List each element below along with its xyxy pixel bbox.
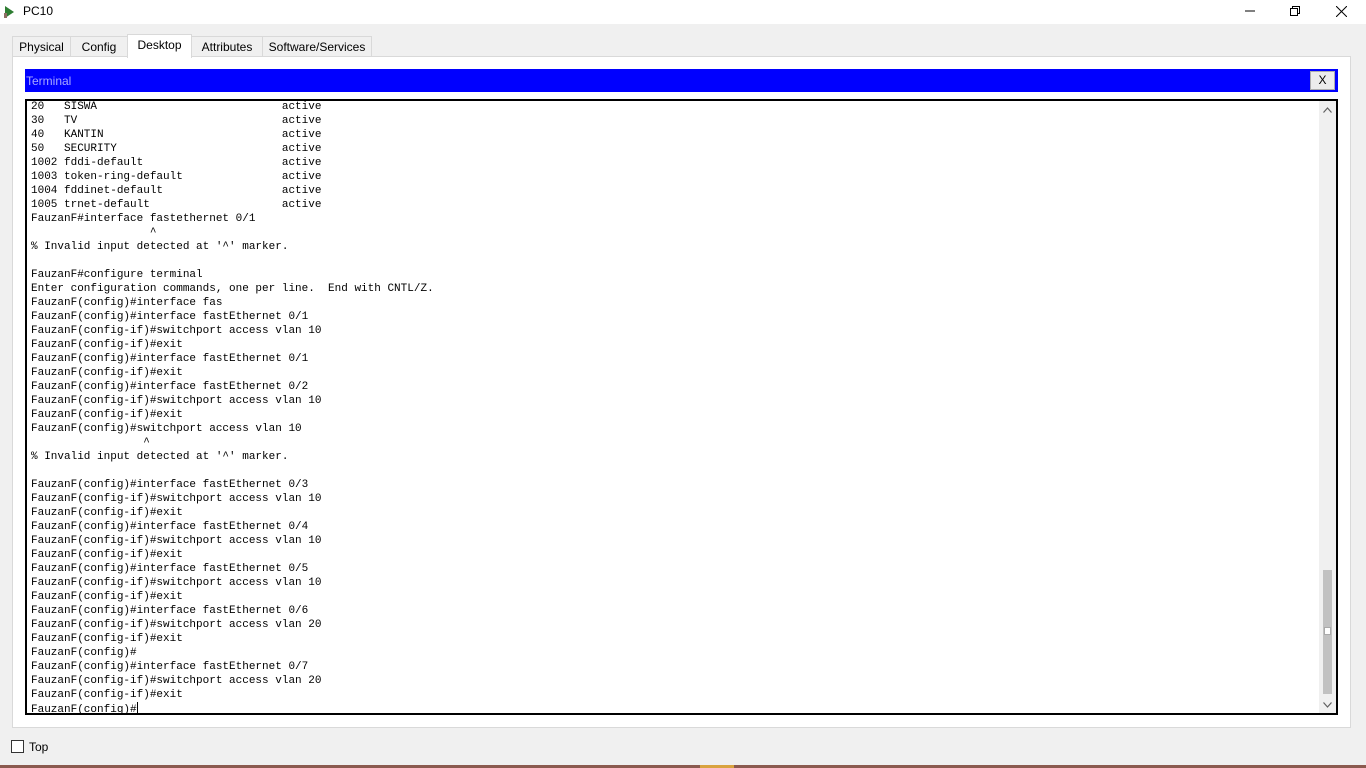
- terminal-line: FauzanF(config-if)#switchport access vla…: [31, 535, 322, 547]
- tab-desktop[interactable]: Desktop: [127, 34, 192, 58]
- terminal-line: 1003 token-ring-default active: [31, 171, 322, 183]
- window-title: PC10: [23, 4, 54, 18]
- terminal-line: 30 TV active: [31, 115, 322, 127]
- terminal-line: FauzanF(config-if)#exit: [31, 339, 183, 351]
- terminal-line: FauzanF(config)#switchport access vlan 1…: [31, 423, 302, 435]
- terminal-line: FauzanF(config)#interface fastEthernet 0…: [31, 661, 309, 673]
- terminal-line: FauzanF(config)#interface fastEthernet 0…: [31, 563, 309, 575]
- terminal-line: FauzanF(config-if)#exit: [31, 689, 183, 701]
- terminal-line: 20 SISWA active: [31, 101, 322, 113]
- maximize-icon: [1290, 6, 1300, 16]
- terminal-output[interactable]: 20 SISWA active 30 TV active 40 KANTIN act…: [25, 99, 1338, 715]
- terminal-scrollbar[interactable]: [1319, 101, 1336, 713]
- terminal-line: FauzanF(config)#interface fastEthernet 0…: [31, 311, 309, 323]
- tab-attributes[interactable]: Attributes: [191, 36, 263, 57]
- terminal-line: 1002 fddi-default active: [31, 157, 322, 169]
- top-checkbox-label: Top: [29, 740, 49, 754]
- terminal-line: FauzanF(config-if)#exit: [31, 367, 183, 379]
- terminal-line: FauzanF(config-if)#switchport access vla…: [31, 493, 322, 505]
- minimize-button[interactable]: [1227, 0, 1273, 22]
- restore-button[interactable]: [1272, 0, 1318, 22]
- terminal-close-button[interactable]: X: [1310, 71, 1335, 90]
- terminal-line: FauzanF(config-if)#exit: [31, 591, 183, 603]
- close-icon: [1335, 5, 1347, 17]
- terminal-line: FauzanF(config-if)#switchport access vla…: [31, 577, 322, 589]
- tab-config[interactable]: Config: [70, 36, 128, 57]
- terminal-line: FauzanF(config)#interface fastEthernet 0…: [31, 479, 309, 491]
- terminal-line: FauzanF#configure terminal: [31, 269, 203, 281]
- close-button[interactable]: [1318, 0, 1364, 22]
- terminal-line: FauzanF#interface fastethernet 0/1: [31, 213, 256, 225]
- terminal-line: FauzanF(config)#interface fastEthernet 0…: [31, 381, 309, 393]
- terminal-text[interactable]: 20 SISWA active 30 TV active 40 KANTIN act…: [31, 101, 434, 715]
- tab-software-services[interactable]: Software/Services: [262, 36, 372, 57]
- terminal-line: ^: [31, 227, 157, 239]
- terminal-line: 40 KANTIN active: [31, 129, 322, 141]
- terminal-prompt-line[interactable]: FauzanF(config)#: [31, 702, 434, 715]
- terminal-line: FauzanF(config)#interface fastEthernet 0…: [31, 521, 309, 533]
- scroll-thumb-grip: [1324, 627, 1331, 635]
- terminal-line: FauzanF(config)#interface fastEthernet 0…: [31, 353, 309, 365]
- scroll-up-button[interactable]: [1319, 101, 1336, 118]
- terminal-line: FauzanF(config)#interface fastEthernet 0…: [31, 605, 309, 617]
- title-bar: PC10: [0, 0, 1366, 24]
- terminal-line: FauzanF(config-if)#exit: [31, 507, 183, 519]
- terminal-header: Terminal X: [25, 69, 1338, 92]
- terminal-line: FauzanF(config-if)#exit: [31, 409, 183, 421]
- scroll-down-icon: [1323, 701, 1332, 708]
- terminal-line: Enter configuration commands, one per li…: [31, 283, 434, 295]
- top-checkbox[interactable]: [11, 740, 24, 753]
- terminal-line: 1004 fddinet-default active: [31, 185, 322, 197]
- scroll-up-icon: [1323, 106, 1332, 113]
- terminal-title: Terminal: [26, 74, 72, 88]
- terminal-line: FauzanF(config-if)#exit: [31, 549, 183, 561]
- terminal-line: 50 SECURITY active: [31, 143, 322, 155]
- scroll-down-button[interactable]: [1319, 696, 1336, 713]
- terminal-line: FauzanF(config-if)#switchport access vla…: [31, 675, 322, 687]
- text-cursor: [136, 702, 138, 713]
- terminal-line: FauzanF(config-if)#switchport access vla…: [31, 395, 322, 407]
- terminal-line: % Invalid input detected at '^' marker.: [31, 241, 289, 253]
- terminal-line: FauzanF(config-if)#switchport access vla…: [31, 619, 322, 631]
- app-icon: [4, 6, 14, 18]
- tab-physical[interactable]: Physical: [12, 36, 71, 57]
- terminal-line: FauzanF(config-if)#switchport access vla…: [31, 325, 322, 337]
- terminal-prompt: FauzanF(config)#: [31, 704, 137, 715]
- terminal-line: FauzanF(config-if)#exit: [31, 633, 183, 645]
- scroll-thumb[interactable]: [1323, 570, 1332, 694]
- terminal-line: FauzanF(config)#interface fas: [31, 297, 223, 309]
- terminal-line: 1005 trnet-default active: [31, 199, 322, 211]
- terminal-line: % Invalid input detected at '^' marker.: [31, 451, 289, 463]
- minimize-icon: [1245, 10, 1255, 12]
- terminal-line: ^: [31, 437, 150, 449]
- terminal-line: FauzanF(config)#: [31, 647, 137, 659]
